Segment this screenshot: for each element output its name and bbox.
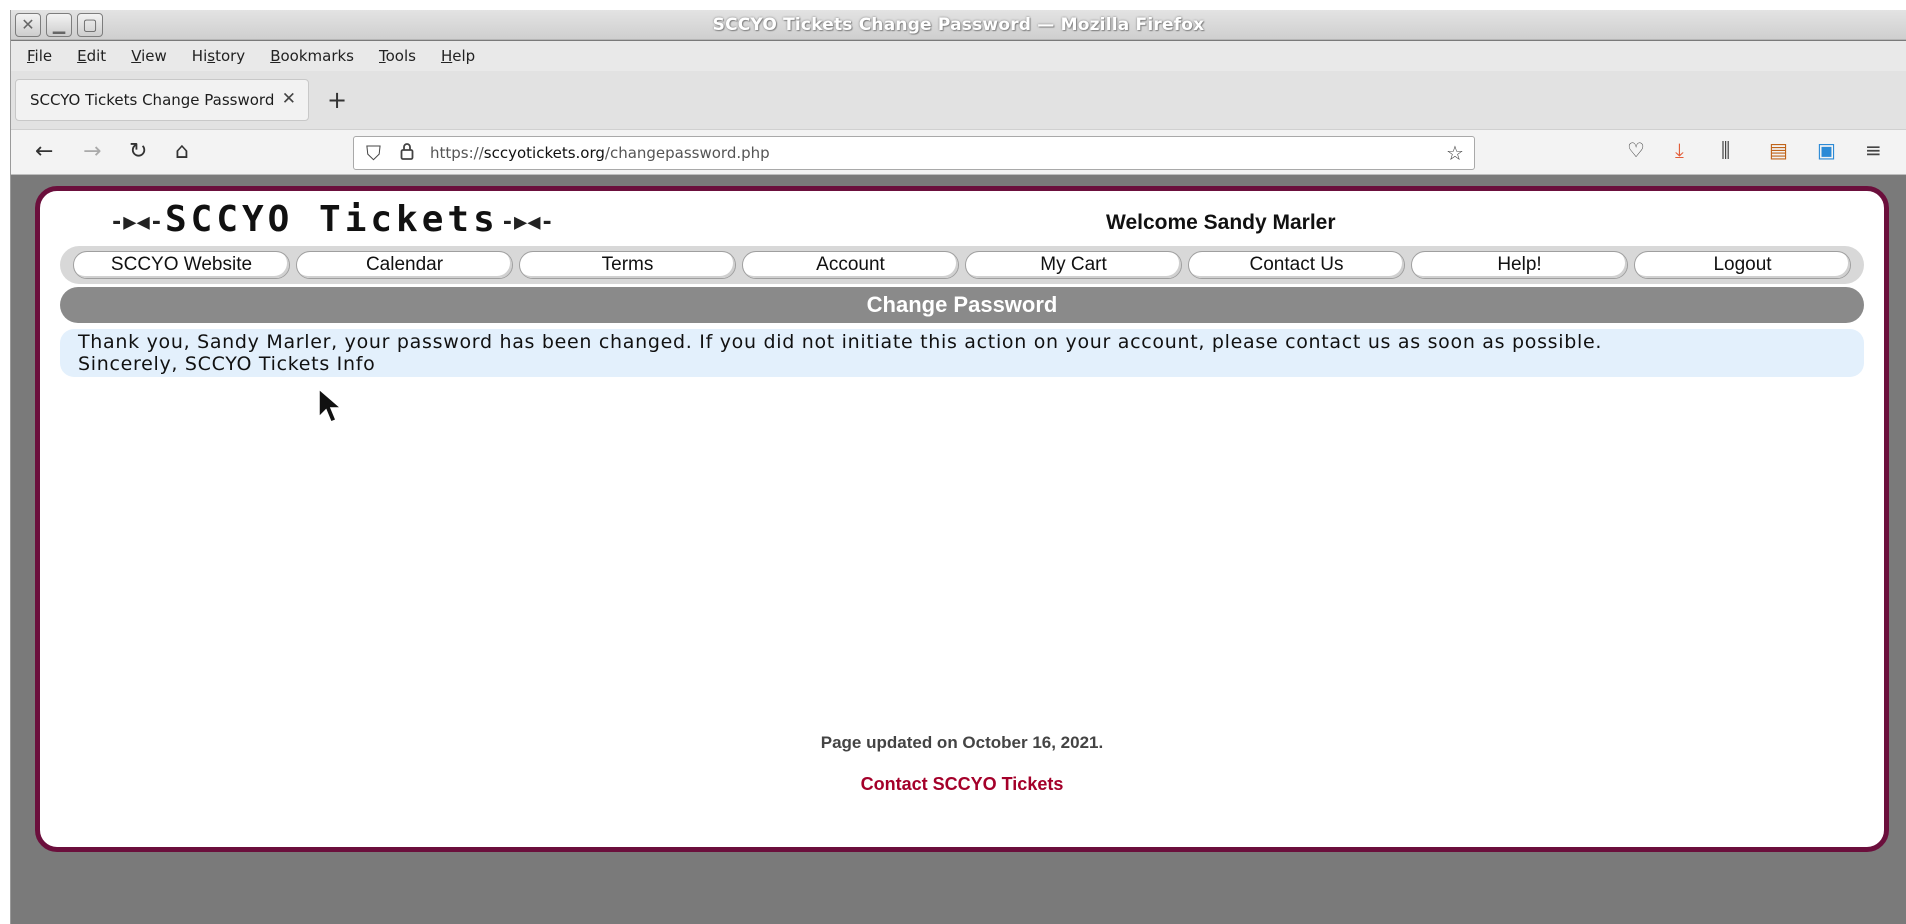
nav-account[interactable]: Account <box>742 251 959 279</box>
close-tab-icon[interactable]: ✕ <box>282 89 296 109</box>
library-icon[interactable]: ⫼ <box>1721 138 1730 162</box>
bowtie-icon: -▶◀- <box>500 210 554 235</box>
nav-calendar[interactable]: Calendar <box>296 251 513 279</box>
menu-hamburger-icon[interactable]: ≡ <box>1865 138 1882 162</box>
tab-change-password[interactable]: SCCYO Tickets Change Password ✕ <box>15 79 309 121</box>
menu-bar: File Edit View History Bookmarks Tools H… <box>11 41 1906 71</box>
reload-icon[interactable]: ↻ <box>129 139 147 164</box>
mouse-cursor-icon <box>318 387 344 423</box>
contact-link[interactable]: Contact SCCYO Tickets <box>40 774 1884 795</box>
nav-contact-us[interactable]: Contact Us <box>1188 251 1405 279</box>
star-bookmark-icon[interactable]: ☆ <box>1446 141 1464 165</box>
menu-view[interactable]: View <box>131 47 167 65</box>
url-text[interactable]: https://sccyotickets.org/changepassword.… <box>430 144 770 162</box>
navigation-toolbar: ← → ↻ ⌂ ⛉ https://sccyotickets.org/chang… <box>11 129 1906 175</box>
back-arrow-icon[interactable]: ← <box>35 139 53 164</box>
logo-text: SCCYO Tickets <box>164 199 499 240</box>
message-line-2: Sincerely, SCCYO Tickets Info <box>78 353 376 375</box>
bowtie-icon: -▶◀- <box>110 210 163 235</box>
url-prefix: https:// <box>430 144 484 162</box>
window-title: SCCYO Tickets Change Password — Mozilla … <box>712 15 1205 35</box>
url-path: /changepassword.php <box>604 144 770 162</box>
welcome-text: Welcome Sandy Marler <box>1106 211 1336 234</box>
site-logo[interactable]: -▶◀- SCCYO Tickets -▶◀- <box>108 199 556 240</box>
nav-my-cart[interactable]: My Cart <box>965 251 1182 279</box>
page-updated-text: Page updated on October 16, 2021. <box>820 733 1104 752</box>
lock-icon[interactable] <box>400 141 414 165</box>
browser-window: ✕ ▁ ▢ SCCYO Tickets Change Password — Mo… <box>10 10 1906 924</box>
page-viewport: -▶◀- SCCYO Tickets -▶◀- Welcome Sandy Ma… <box>11 176 1906 924</box>
forward-arrow-icon[interactable]: → <box>83 139 101 164</box>
menu-edit[interactable]: Edit <box>77 47 106 65</box>
shield-icon[interactable]: ⛉ <box>366 141 381 165</box>
downloads-icon[interactable]: ⤓ <box>1675 138 1684 162</box>
menu-help[interactable]: Help <box>441 47 475 65</box>
url-domain: sccyotickets.org <box>483 144 605 162</box>
title-bar: ✕ ▁ ▢ SCCYO Tickets Change Password — Mo… <box>11 10 1906 40</box>
site-page-container: -▶◀- SCCYO Tickets -▶◀- Welcome Sandy Ma… <box>35 186 1889 852</box>
menu-bookmarks[interactable]: Bookmarks <box>270 47 354 65</box>
menu-file[interactable]: File <box>27 47 52 65</box>
url-bar[interactable]: ⛉ https://sccyotickets.org/changepasswor… <box>353 136 1475 170</box>
nav-sccyo-website[interactable]: SCCYO Website <box>73 251 290 279</box>
tab-label: SCCYO Tickets Change Password <box>30 91 275 109</box>
menu-tools[interactable]: Tools <box>379 47 416 65</box>
message-line-1: Thank you, Sandy Marler, your password h… <box>78 331 1603 353</box>
page-title: Change Password <box>60 287 1864 323</box>
container-icon[interactable]: ▣ <box>1817 138 1836 162</box>
site-nav: SCCYO Website Calendar Terms Account My … <box>60 246 1864 284</box>
pocket-icon[interactable]: ♡ <box>1627 138 1645 162</box>
home-icon[interactable]: ⌂ <box>175 139 189 164</box>
confirmation-message: Thank you, Sandy Marler, your password h… <box>60 329 1864 377</box>
nav-terms[interactable]: Terms <box>519 251 736 279</box>
menu-history[interactable]: History <box>192 47 245 65</box>
contact-link-text[interactable]: Contact SCCYO Tickets <box>861 774 1064 794</box>
nav-logout[interactable]: Logout <box>1634 251 1851 279</box>
nav-help[interactable]: Help! <box>1411 251 1628 279</box>
extension-icon[interactable]: ▤ <box>1769 138 1788 162</box>
tab-bar: SCCYO Tickets Change Password ✕ + <box>11 71 1906 129</box>
new-tab-icon[interactable]: + <box>327 86 347 114</box>
